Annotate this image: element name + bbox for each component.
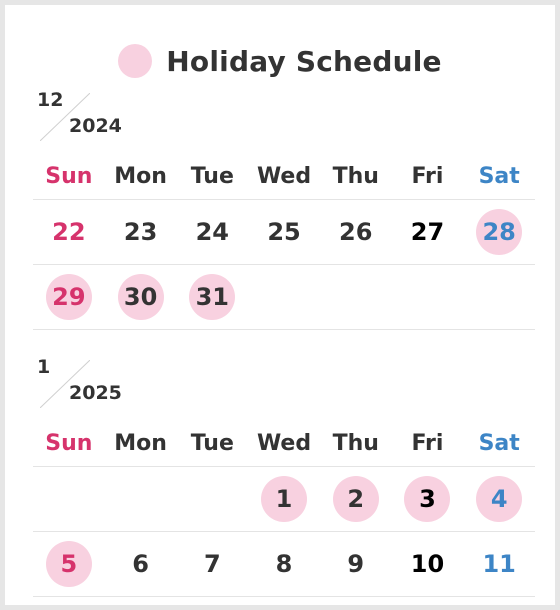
day-cell: 29 — [33, 274, 105, 320]
week-row: 29 30 31 — [33, 265, 535, 330]
weekday-sat: Sat — [478, 163, 520, 189]
weekday-header-row: Sun Mon Tue Wed Thu Fri Sat — [33, 420, 535, 467]
date: 7 — [203, 550, 221, 578]
date: 25 — [267, 218, 301, 246]
holiday-legend-dot-icon — [118, 44, 153, 78]
day-cell: 28 — [463, 209, 535, 255]
day-cell: 30 — [105, 274, 177, 320]
holiday-date: 3 — [404, 476, 451, 522]
date: 24 — [195, 218, 229, 246]
weekday-thu: Thu — [332, 163, 379, 189]
weekday-mon: Mon — [114, 163, 167, 189]
date: 27 — [410, 218, 445, 246]
holiday-date: 4 — [476, 476, 523, 522]
date: 8 — [275, 550, 293, 578]
weekday-fri: Fri — [411, 430, 444, 456]
day-cell: 22 — [33, 209, 105, 255]
week-row: 1234 — [33, 467, 535, 532]
day-cell: 24 — [176, 209, 248, 255]
date: 26 — [339, 218, 373, 246]
page-title: Holiday Schedule — [166, 44, 442, 78]
year-number: 2024 — [69, 115, 122, 137]
month-calendar: 12 2024 Sun Mon Tue Wed Thu Fri Sat 22 23 24 25 26 27 2… — [33, 89, 535, 330]
day-cell: 1 — [248, 476, 320, 522]
day-cell: 10 — [392, 541, 464, 587]
weekday-sun: Sun — [45, 430, 93, 456]
day-cell: 31 — [176, 274, 248, 320]
day-cell: 26 — [320, 209, 392, 255]
day-cell: 11 — [463, 541, 535, 587]
holiday-date: 30 — [117, 274, 164, 320]
weekday-tue: Tue — [190, 430, 234, 456]
weekday-mon: Mon — [114, 430, 167, 456]
weekday-tue: Tue — [190, 163, 234, 189]
month-year-label: 1 2025 — [33, 356, 535, 412]
date: 6 — [132, 550, 149, 578]
day-cell: 6 — [105, 541, 177, 587]
month-calendar: 1 2025 Sun Mon Tue Wed Thu Fri Sat 1 2 3 4 5 6 7 8 9 10 11 — [33, 356, 535, 597]
date: 11 — [482, 550, 516, 578]
month-number: 1 — [37, 356, 51, 378]
day-cell: 3 — [392, 476, 464, 522]
day-cell: 9 — [320, 541, 392, 587]
date: 22 — [52, 218, 86, 246]
holiday-calendar-card: Holiday Schedule 12 2024 Sun Mon Tue Wed Thu Fr… — [5, 5, 555, 605]
header: Holiday Schedule — [5, 41, 555, 81]
day-cell: 5 — [33, 541, 105, 587]
day-cell: 8 — [248, 541, 320, 587]
day-cell: 23 — [105, 209, 177, 255]
month-number: 12 — [37, 89, 64, 111]
holiday-date: 31 — [189, 274, 236, 320]
weekday-thu: Thu — [332, 430, 379, 456]
day-cell: 4 — [463, 476, 535, 522]
date: 23 — [123, 218, 158, 246]
weekday-header-row: Sun Mon Tue Wed Thu Fri Sat — [33, 153, 535, 200]
day-cell: 27 — [392, 209, 464, 255]
day-cell: 25 — [248, 209, 320, 255]
holiday-date: 2 — [332, 476, 379, 522]
date: 10 — [410, 550, 445, 578]
weekday-sun: Sun — [45, 163, 93, 189]
weekday-fri: Fri — [411, 163, 444, 189]
weekday-wed: Wed — [256, 163, 312, 189]
date: 9 — [347, 550, 365, 578]
year-number: 2025 — [69, 382, 122, 404]
weekday-sat: Sat — [478, 430, 520, 456]
day-cell: 2 — [320, 476, 392, 522]
week-row: 5 6 7 8 9 10 11 — [33, 532, 535, 597]
month-year-label: 12 2024 — [33, 89, 535, 145]
day-cell: 7 — [176, 541, 248, 587]
weekday-wed: Wed — [256, 430, 312, 456]
holiday-date: 1 — [261, 476, 308, 522]
holiday-date: 28 — [476, 209, 523, 255]
holiday-date: 29 — [45, 274, 92, 320]
holiday-date: 5 — [45, 541, 92, 587]
week-row: 22 23 24 25 26 27 28 — [33, 200, 535, 265]
